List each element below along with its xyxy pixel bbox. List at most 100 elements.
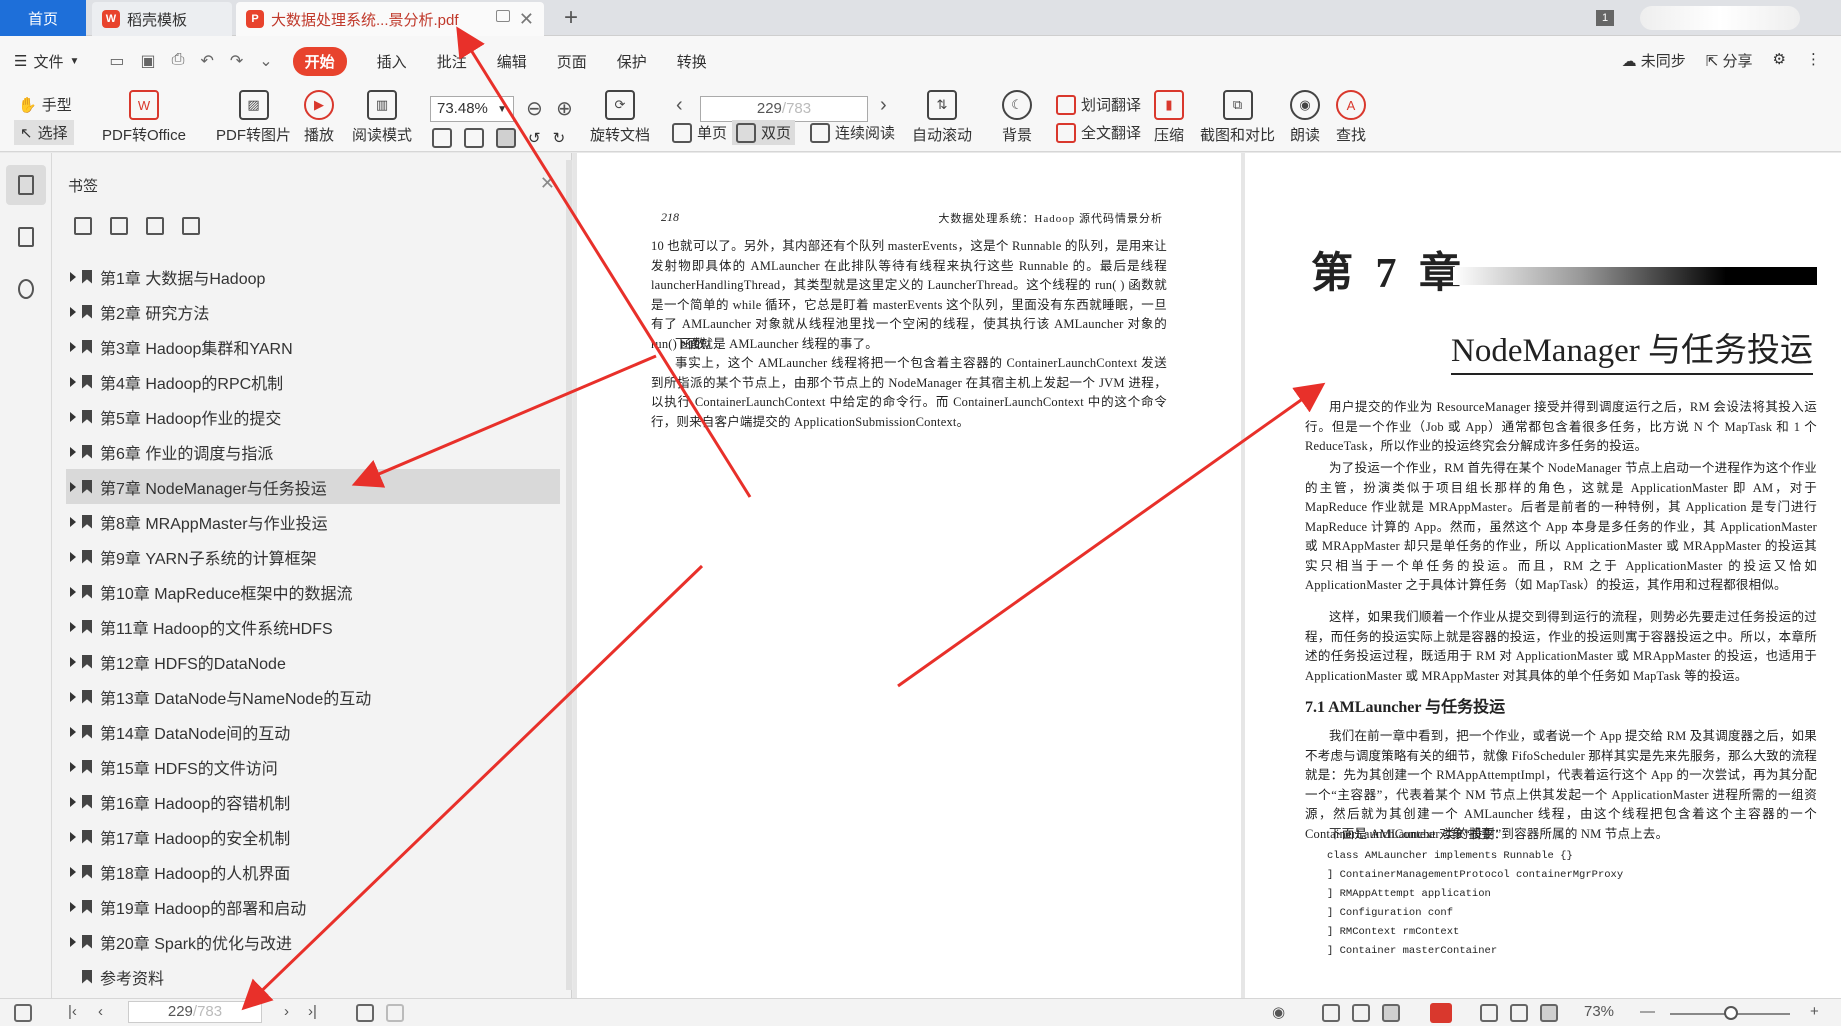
more-icon[interactable]: ⋮ (1806, 50, 1821, 71)
continuous-read-button[interactable]: 连续阅读 (810, 122, 895, 143)
bookmark-item[interactable]: 第2章 研究方法 (66, 294, 560, 329)
single-page-view-icon[interactable] (1322, 1004, 1340, 1022)
bookmark-item[interactable]: 第11章 Hadoop的文件系统HDFS (66, 609, 560, 644)
back-view-icon[interactable] (356, 1004, 374, 1022)
expand-arrow-icon[interactable] (70, 621, 76, 632)
menu-start[interactable]: 开始 (292, 46, 347, 76)
zoom-level[interactable]: 73% (1584, 1003, 1614, 1020)
bookmark-item[interactable]: 第10章 MapReduce框架中的数据流 (66, 574, 560, 609)
play-slideshow-icon[interactable] (1430, 1003, 1452, 1023)
expand-arrow-icon[interactable] (70, 586, 76, 597)
rotate-document-button[interactable]: ⟳ 旋转文档 (590, 90, 650, 145)
collapse-all-icon[interactable] (110, 217, 128, 235)
double-page-button[interactable]: 双页 (732, 120, 796, 145)
expand-arrow-icon[interactable] (70, 551, 76, 562)
expand-arrow-icon[interactable] (70, 936, 76, 947)
bookmark-item[interactable]: 第20章 Spark的优化与改进 (66, 924, 560, 959)
file-menu[interactable]: ☰ 文件 ▼ (14, 51, 79, 72)
bookmark-item[interactable]: 第16章 Hadoop的容错机制 (66, 784, 560, 819)
zoom-in-icon[interactable]: ⊕ (556, 96, 573, 121)
expand-arrow-icon[interactable] (70, 726, 76, 737)
menu-protect[interactable]: 保护 (617, 51, 647, 72)
next-page-icon[interactable]: › (284, 1003, 289, 1020)
zoom-slider-knob[interactable] (1724, 1006, 1738, 1020)
bookmark-item[interactable]: 第15章 HDFS的文件访问 (66, 749, 560, 784)
expand-arrow-icon[interactable] (70, 516, 76, 527)
forward-view-icon[interactable] (386, 1004, 404, 1022)
select-tool[interactable]: ↖ 选择 (14, 120, 74, 145)
expand-arrow-icon[interactable] (70, 796, 76, 807)
actual-size-icon[interactable] (432, 128, 452, 148)
read-mode-button[interactable]: ▥ 阅读模式 (352, 90, 412, 145)
pdf-to-image-button[interactable]: ▨ PDF转图片 (216, 90, 291, 145)
expand-arrow-icon[interactable] (70, 411, 76, 422)
single-page-button[interactable]: 单页 (672, 122, 727, 143)
prev-page-icon[interactable]: ‹ (676, 94, 683, 117)
zoom-out-icon[interactable]: ⊖ (526, 96, 543, 121)
actual-size-icon[interactable] (1480, 1004, 1498, 1022)
tab-document[interactable]: P 大数据处理系统...景分析.pdf ✕ (236, 2, 544, 36)
add-bookmark-icon[interactable] (146, 217, 164, 235)
fit-width-icon[interactable] (496, 128, 516, 148)
new-tab-button[interactable]: + (564, 4, 578, 32)
rotate-right-icon[interactable]: ↻ (553, 129, 566, 147)
window-count-badge[interactable]: 1 (1596, 10, 1614, 26)
compress-button[interactable]: ▮ 压缩 (1154, 90, 1184, 145)
fit-page-icon[interactable] (464, 128, 484, 148)
settings-icon[interactable]: ⚙ (1773, 50, 1786, 71)
sync-status[interactable]: ☁ 未同步 (1622, 50, 1686, 71)
expand-arrow-icon[interactable] (70, 761, 76, 772)
read-aloud-button[interactable]: ◉ 朗读 (1290, 90, 1320, 145)
open-folder-icon[interactable]: ▭ (109, 51, 124, 71)
prev-page-icon[interactable]: ‹ (98, 1003, 103, 1020)
tab-home[interactable]: 首页 (0, 0, 86, 36)
expand-arrow-icon[interactable] (70, 446, 76, 457)
expand-arrow-icon[interactable] (70, 341, 76, 352)
menu-page[interactable]: 页面 (557, 51, 587, 72)
hand-tool[interactable]: ✋ 手型 (18, 94, 72, 115)
menu-comment[interactable]: 批注 (437, 51, 467, 72)
expand-arrow-icon[interactable] (70, 901, 76, 912)
zoom-in-icon[interactable]: + (1810, 1003, 1819, 1020)
save-icon[interactable]: ▣ (141, 51, 156, 71)
next-page-icon[interactable]: › (880, 94, 887, 117)
zoom-out-icon[interactable]: — (1640, 1003, 1655, 1020)
print-icon[interactable]: ⎙ (172, 51, 185, 71)
window-mode-icon[interactable] (496, 10, 510, 22)
first-page-icon[interactable]: |‹ (68, 1003, 77, 1020)
bookmark-item[interactable]: 第19章 Hadoop的部署和启动 (66, 889, 560, 924)
bookmark-item[interactable]: 第3章 Hadoop集群和YARN (66, 329, 560, 364)
menu-edit[interactable]: 编辑 (497, 51, 527, 72)
document-view[interactable]: 218 大数据处理系统：Hadoop 源代码情景分析 10 也就可以了。另外，其… (573, 153, 1841, 998)
pdf-to-office-button[interactable]: W PDF转Office (102, 90, 186, 145)
more-chevron-icon[interactable]: ⌄ (259, 51, 272, 71)
last-page-icon[interactable]: ›| (308, 1003, 317, 1020)
expand-arrow-icon[interactable] (70, 481, 76, 492)
eye-protect-icon[interactable]: ◉ (1272, 1003, 1285, 1021)
page-number-input[interactable]: 229/783 (700, 96, 868, 122)
bookmark-item[interactable]: 参考资料 (66, 959, 560, 994)
fit-page-icon[interactable] (1510, 1004, 1528, 1022)
redo-icon[interactable]: ↷ (230, 51, 243, 71)
double-page-view-icon[interactable] (1382, 1004, 1400, 1022)
bookmark-item[interactable]: 第4章 Hadoop的RPC机制 (66, 364, 560, 399)
screenshot-compare-button[interactable]: ⧉ 截图和对比 (1200, 90, 1275, 145)
close-tab-icon[interactable]: ✕ (519, 9, 534, 30)
zoom-select[interactable]: 73.48% ▼ (430, 96, 514, 122)
status-page-input[interactable]: 229/783 (128, 1001, 262, 1023)
thumbnail-panel-button[interactable] (6, 217, 46, 257)
tab-template[interactable]: W 稻壳模板 (92, 2, 232, 36)
close-panel-icon[interactable]: ✕ (540, 173, 555, 194)
full-translate-button[interactable]: 全文翻译 (1056, 122, 1141, 143)
bookmark-item[interactable]: 第5章 Hadoop作业的提交 (66, 399, 560, 434)
delete-bookmark-icon[interactable] (182, 217, 200, 235)
bookmark-item[interactable]: 第1章 大数据与Hadoop (66, 259, 560, 294)
expand-all-icon[interactable] (74, 217, 92, 235)
word-translate-button[interactable]: 划词翻译 (1056, 94, 1141, 115)
bookmark-item[interactable]: 第6章 作业的调度与指派 (66, 434, 560, 469)
bookmark-item[interactable]: 第9章 YARN子系统的计算框架 (66, 539, 560, 574)
expand-arrow-icon[interactable] (70, 656, 76, 667)
bookmark-item[interactable]: 第8章 MRAppMaster与作业投运 (66, 504, 560, 539)
bookmark-item[interactable]: 第13章 DataNode与NameNode的互动 (66, 679, 560, 714)
panel-scrollbar[interactable] (566, 160, 572, 990)
